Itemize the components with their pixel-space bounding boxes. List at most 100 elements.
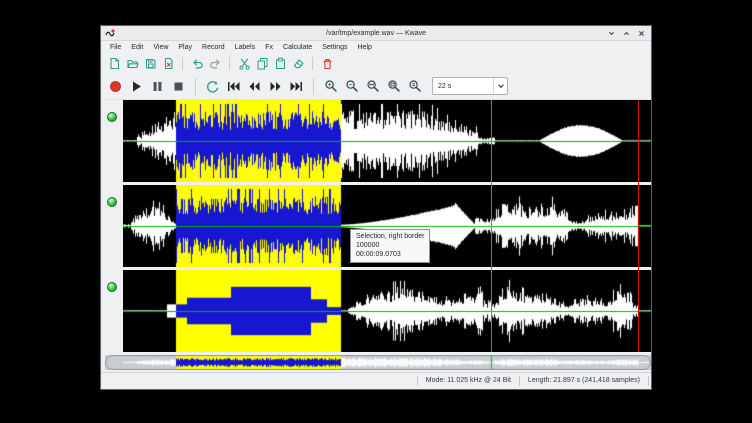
cut-icon <box>238 57 251 70</box>
menu-help[interactable]: Help <box>353 43 377 52</box>
rewind-button[interactable] <box>245 76 264 96</box>
track-2-controls <box>101 185 123 267</box>
zoom-out-icon <box>345 79 359 93</box>
file-new-icon <box>108 57 121 70</box>
zoom-normal-icon <box>408 79 422 93</box>
copy-button[interactable] <box>254 56 270 71</box>
toolbar-separator <box>312 57 313 70</box>
stop-button[interactable] <box>169 76 188 96</box>
zoom-selection-icon <box>366 79 380 93</box>
waveform-track-3[interactable] <box>123 270 651 352</box>
status-mode: Mode: 11.025 kHz @ 24 Bit <box>417 376 519 386</box>
window-title: /var/tmp/example.wav — Kwave <box>101 30 651 37</box>
skip-to-start-button[interactable] <box>224 76 243 96</box>
record-icon <box>108 79 123 94</box>
track-3-led[interactable] <box>107 282 117 292</box>
track-1-led[interactable] <box>107 112 117 122</box>
playback-cursor <box>491 100 492 352</box>
zoom-all-button[interactable] <box>384 76 403 96</box>
zoom-selection-button[interactable] <box>363 76 382 96</box>
signal-overview[interactable] <box>105 355 651 370</box>
tooltip-time: 00:00:09.0703 <box>356 250 424 259</box>
close-file-button[interactable] <box>160 56 176 71</box>
zoom-normal-button[interactable] <box>405 76 424 96</box>
file-toolbar <box>101 54 651 73</box>
record-button[interactable] <box>106 76 125 96</box>
close-icon <box>636 28 647 39</box>
toolbar-separator <box>313 78 314 95</box>
menu-labels[interactable]: Labels <box>230 43 261 52</box>
zoom-in-icon <box>324 79 338 93</box>
paste-icon <box>274 57 287 70</box>
undo-icon <box>191 57 204 70</box>
chevron-down-icon <box>497 82 505 90</box>
forward-button[interactable] <box>266 76 285 96</box>
open-file-button[interactable] <box>124 56 140 71</box>
pause-button[interactable] <box>148 76 167 96</box>
tooltip-samples: 100000 <box>356 241 424 250</box>
signal-area <box>101 100 651 352</box>
track-2-led[interactable] <box>107 197 117 207</box>
erase-button[interactable] <box>290 56 306 71</box>
new-file-button[interactable] <box>106 56 122 71</box>
menu-record[interactable]: Record <box>197 43 230 52</box>
desktop: /var/tmp/example.wav — Kwave File Edit V… <box>0 0 752 423</box>
loop-icon <box>205 79 220 94</box>
menubar: File Edit View Play Record Labels Fx Cal… <box>101 41 651 54</box>
menu-view[interactable]: View <box>148 43 173 52</box>
play-icon <box>129 79 144 94</box>
delete-button[interactable] <box>319 56 335 71</box>
titlebar[interactable]: /var/tmp/example.wav — Kwave <box>101 26 651 41</box>
track-1-controls <box>101 100 123 182</box>
transport-toolbar: 22 s <box>101 73 651 100</box>
zoom-in-button[interactable] <box>321 76 340 96</box>
forward-icon <box>268 79 283 94</box>
undo-button[interactable] <box>189 56 205 71</box>
menu-file[interactable]: File <box>105 43 126 52</box>
tooltip-title: Selection, right border <box>356 232 424 241</box>
waveform-track-1[interactable] <box>123 100 651 182</box>
menu-play[interactable]: Play <box>173 43 197 52</box>
toolbar-separator <box>182 57 183 70</box>
eraser-icon <box>292 57 305 70</box>
kwave-window: /var/tmp/example.wav — Kwave File Edit V… <box>100 25 652 390</box>
track-row-1 <box>101 100 651 182</box>
stop-icon <box>171 79 186 94</box>
zoom-all-icon <box>387 79 401 93</box>
selection-tooltip: Selection, right border 100000 00:00:09.… <box>350 229 430 263</box>
skip-to-end-button[interactable] <box>287 76 306 96</box>
minimize-button[interactable] <box>605 28 617 39</box>
file-close-icon <box>162 57 175 70</box>
menu-settings[interactable]: Settings <box>317 43 352 52</box>
skip-start-icon <box>226 79 241 94</box>
copy-icon <box>256 57 269 70</box>
maximize-button[interactable] <box>620 28 632 39</box>
statusbar: Mode: 11.025 kHz @ 24 Bit Length: 21.897… <box>101 372 651 389</box>
zoom-level-value: 22 s <box>433 83 493 90</box>
redo-icon <box>209 57 222 70</box>
zoom-out-button[interactable] <box>342 76 361 96</box>
close-button[interactable] <box>635 28 647 39</box>
cut-button[interactable] <box>236 56 252 71</box>
combo-dropdown-arrow[interactable] <box>493 78 507 94</box>
menu-fx[interactable]: Fx <box>260 43 278 52</box>
save-file-button[interactable] <box>142 56 158 71</box>
toolbar-separator <box>195 78 196 95</box>
folder-open-icon <box>126 57 139 70</box>
menu-calculate[interactable]: Calculate <box>278 43 317 52</box>
loop-button[interactable] <box>203 76 222 96</box>
overview-strip <box>105 355 649 370</box>
toolbar-separator <box>229 57 230 70</box>
menu-edit[interactable]: Edit <box>126 43 148 52</box>
track-row-3 <box>101 270 651 352</box>
pause-icon <box>150 79 165 94</box>
end-marker <box>638 100 639 352</box>
save-icon <box>144 57 157 70</box>
paste-button[interactable] <box>272 56 288 71</box>
zoom-level-select[interactable]: 22 s <box>432 77 508 95</box>
play-button[interactable] <box>127 76 146 96</box>
track-3-controls <box>101 270 123 352</box>
window-controls <box>605 28 651 39</box>
chevron-up-icon <box>621 28 632 39</box>
redo-button[interactable] <box>207 56 223 71</box>
